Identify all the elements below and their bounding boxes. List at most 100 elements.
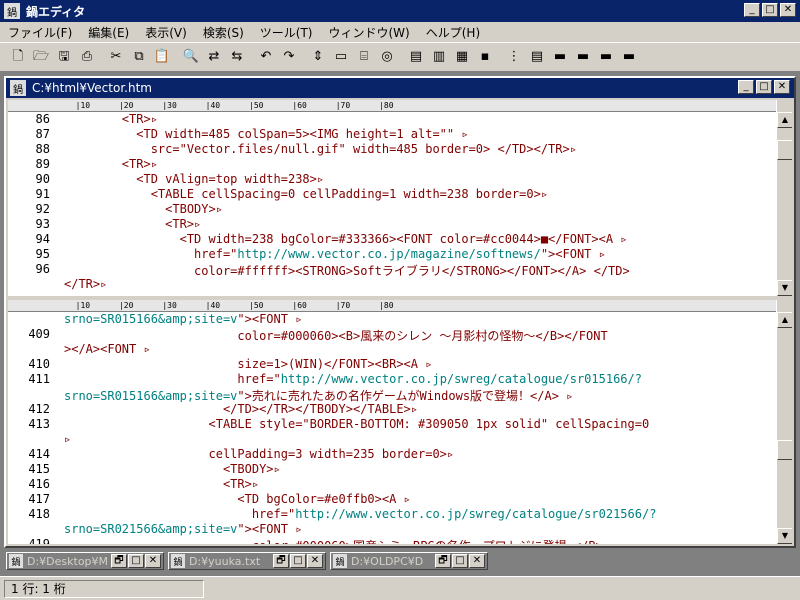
line-number: 93 xyxy=(35,217,50,231)
code-line[interactable]: 89 <TR>▹ xyxy=(8,157,776,172)
paste-icon[interactable]: 📋 xyxy=(152,47,172,67)
editor-pane-top[interactable]: |10 |20 |30 |40 |50 |60 |70 |80 86 <TR>▹… xyxy=(8,100,792,296)
close-button[interactable]: ✕ xyxy=(145,554,161,568)
code-line[interactable]: srno=SR015166&amp;site=v"><FONT ▹ xyxy=(8,312,776,327)
scrollbar-top[interactable]: ▲ ▼ xyxy=(776,100,792,296)
code-line[interactable]: 410 size=1>(WIN)</FONT><BR><A ▹ xyxy=(8,357,776,372)
tool-2-icon[interactable]: ▭ xyxy=(331,47,351,67)
restore-button[interactable]: 🗗 xyxy=(273,554,289,568)
doc-close-button[interactable]: ✕ xyxy=(774,80,790,94)
code-line[interactable]: 412 </TD></TR></TBODY></TABLE>▹ xyxy=(8,402,776,417)
code-line[interactable]: 91 <TABLE cellSpacing=0 cellPadding=1 wi… xyxy=(8,187,776,202)
menu-edit[interactable]: 編集(E) xyxy=(80,24,137,41)
replace-icon[interactable]: ⇄ xyxy=(204,47,224,67)
code-line[interactable]: 413 <TABLE style="BORDER-BOTTOM: #309050… xyxy=(8,417,776,432)
code-line[interactable]: ></A><FONT ▹ xyxy=(8,342,776,357)
code-line[interactable]: 93 <TR>▹ xyxy=(8,217,776,232)
replace-all-icon[interactable]: ⇆ xyxy=(227,47,247,67)
close-button[interactable]: ✕ xyxy=(469,554,485,568)
tool-12-icon[interactable]: ▬ xyxy=(573,47,593,67)
tool-14-icon[interactable]: ▬ xyxy=(619,47,639,67)
code-line[interactable]: 409 color=#000060><B>風来のシレン ～月影村の怪物～</B>… xyxy=(8,327,776,342)
find-icon[interactable]: 🔍 xyxy=(181,47,201,67)
maximize-button[interactable]: □ xyxy=(452,554,468,568)
code-line[interactable]: 418 href="http://www.vector.co.jp/swreg/… xyxy=(8,507,776,522)
doc-maximize-button[interactable]: □ xyxy=(756,80,772,94)
maximize-button[interactable]: □ xyxy=(762,3,778,17)
save-icon[interactable]: 🖫 xyxy=(54,47,74,67)
cut-icon[interactable]: ✂ xyxy=(106,47,126,67)
code-line[interactable]: ▹ xyxy=(8,432,776,447)
menu-search[interactable]: 検索(S) xyxy=(195,24,252,41)
code-line[interactable]: srno=SR015166&amp;site=v">売れに売れたあの名作ゲームが… xyxy=(8,387,776,402)
code-line[interactable]: </TR>▹ xyxy=(8,277,776,292)
tool-1-icon[interactable]: ⇕ xyxy=(308,47,328,67)
line-text: color=#ffffff><STRONG>Softライブラリ</STRONG>… xyxy=(58,262,630,277)
editor-pane-bottom[interactable]: |10 |20 |30 |40 |50 |60 |70 |80 srno=SR0… xyxy=(8,300,792,544)
code-area-top[interactable]: 86 <TR>▹ 87 <TD width=485 colSpan=5><IMG … xyxy=(8,112,776,296)
scroll-down-bottom[interactable]: ▼ xyxy=(777,528,792,544)
doc-minimize-button[interactable]: _ xyxy=(738,80,754,94)
copy-icon[interactable]: ⧉ xyxy=(129,47,149,67)
app-icon[interactable]: 鍋 xyxy=(4,3,20,19)
tool-9-icon[interactable]: ⋮ xyxy=(504,47,524,67)
code-line[interactable]: 414 cellPadding=3 width=235 border=0>▹ xyxy=(8,447,776,462)
new-file-icon[interactable]: 🗋 xyxy=(8,47,28,67)
document-icon[interactable]: 鍋 xyxy=(10,80,26,96)
code-line[interactable]: 90 <TD vAlign=top width=238>▹ xyxy=(8,172,776,187)
close-button[interactable]: ✕ xyxy=(780,3,796,17)
tool-5-icon[interactable]: ▤ xyxy=(406,47,426,67)
tool-10-icon[interactable]: ▤ xyxy=(527,47,547,67)
minimize-button[interactable]: _ xyxy=(744,3,760,17)
line-number: 416 xyxy=(28,477,50,491)
scroll-thumb-top[interactable] xyxy=(777,140,792,160)
code-line[interactable]: 415 <TBODY>▹ xyxy=(8,462,776,477)
scrollbar-bottom[interactable]: ▲ ▼ xyxy=(776,300,792,544)
menu-file[interactable]: ファイル(F) xyxy=(0,24,80,41)
redo-icon[interactable]: ↷ xyxy=(279,47,299,67)
tool-3-icon[interactable]: ⌸ xyxy=(354,47,374,67)
maximize-button[interactable]: □ xyxy=(128,554,144,568)
close-button[interactable]: ✕ xyxy=(307,554,323,568)
code-line[interactable]: 95 href="http://www.vector.co.jp/magazin… xyxy=(8,247,776,262)
tool-8-icon[interactable]: ▪ xyxy=(475,47,495,67)
code-token: http://www.vector.co.jp/swreg/catalogue/… xyxy=(295,507,657,521)
menu-window[interactable]: ウィンドウ(W) xyxy=(321,24,418,41)
minimized-window[interactable]: 鍋 D:¥Desktop¥M 🗗 □ ✕ xyxy=(6,552,164,570)
code-line[interactable]: 416 <TR>▹ xyxy=(8,477,776,492)
code-line[interactable]: 411 href="http://www.vector.co.jp/swreg/… xyxy=(8,372,776,387)
code-line[interactable]: 417 <TD bgColor=#e0ffb0><A ▹ xyxy=(8,492,776,507)
line-text: href="http://www.vector.co.jp/swreg/cata… xyxy=(58,372,642,387)
scroll-up-bottom[interactable]: ▲ xyxy=(777,312,792,328)
tool-7-icon[interactable]: ▦ xyxy=(452,47,472,67)
code-line[interactable]: 86 <TR>▹ xyxy=(8,112,776,127)
code-token: <TABLE style="BORDER-BOTTOM: #309050 1px… xyxy=(64,417,650,431)
maximize-button[interactable]: □ xyxy=(290,554,306,568)
print-icon[interactable]: ⎙ xyxy=(77,47,97,67)
minimized-window[interactable]: 鍋 D:¥OLDPC¥D 🗗 □ ✕ xyxy=(330,552,488,570)
minimized-window[interactable]: 鍋 D:¥yuuka.txt 🗗 □ ✕ xyxy=(168,552,326,570)
code-line[interactable]: 87 <TD width=485 colSpan=5><IMG height=1… xyxy=(8,127,776,142)
line-text: <TR>▹ xyxy=(58,157,158,172)
restore-button[interactable]: 🗗 xyxy=(435,554,451,568)
menu-tools[interactable]: ツール(T) xyxy=(252,24,321,41)
code-line[interactable]: 88 src="Vector.files/null.gif" width=485… xyxy=(8,142,776,157)
code-line[interactable]: 92 <TBODY>▹ xyxy=(8,202,776,217)
code-line[interactable]: srno=SR021566&amp;site=v"><FONT ▹ xyxy=(8,522,776,537)
tool-6-icon[interactable]: ▥ xyxy=(429,47,449,67)
tool-11-icon[interactable]: ▬ xyxy=(550,47,570,67)
tool-13-icon[interactable]: ▬ xyxy=(596,47,616,67)
code-line[interactable]: 96 color=#ffffff><STRONG>Softライブラリ</STRO… xyxy=(8,262,776,277)
menu-view[interactable]: 表示(V) xyxy=(137,24,195,41)
undo-icon[interactable]: ↶ xyxy=(256,47,276,67)
scroll-up-top[interactable]: ▲ xyxy=(777,112,792,128)
code-line[interactable]: 419 color=#000060>国産シミュRPGの名作、プロトジに登場 </… xyxy=(8,537,776,544)
restore-button[interactable]: 🗗 xyxy=(111,554,127,568)
scroll-thumb-bottom[interactable] xyxy=(777,440,792,460)
scroll-down-top[interactable]: ▼ xyxy=(777,280,792,296)
open-file-icon[interactable]: 🗁 xyxy=(31,47,51,67)
tool-4-icon[interactable]: ◎ xyxy=(377,47,397,67)
menu-help[interactable]: ヘルプ(H) xyxy=(418,24,488,41)
code-line[interactable]: 94 <TD width=238 bgColor=#333366><FONT c… xyxy=(8,232,776,247)
code-area-bottom[interactable]: srno=SR015166&amp;site=v"><FONT ▹ 409 col… xyxy=(8,312,776,544)
